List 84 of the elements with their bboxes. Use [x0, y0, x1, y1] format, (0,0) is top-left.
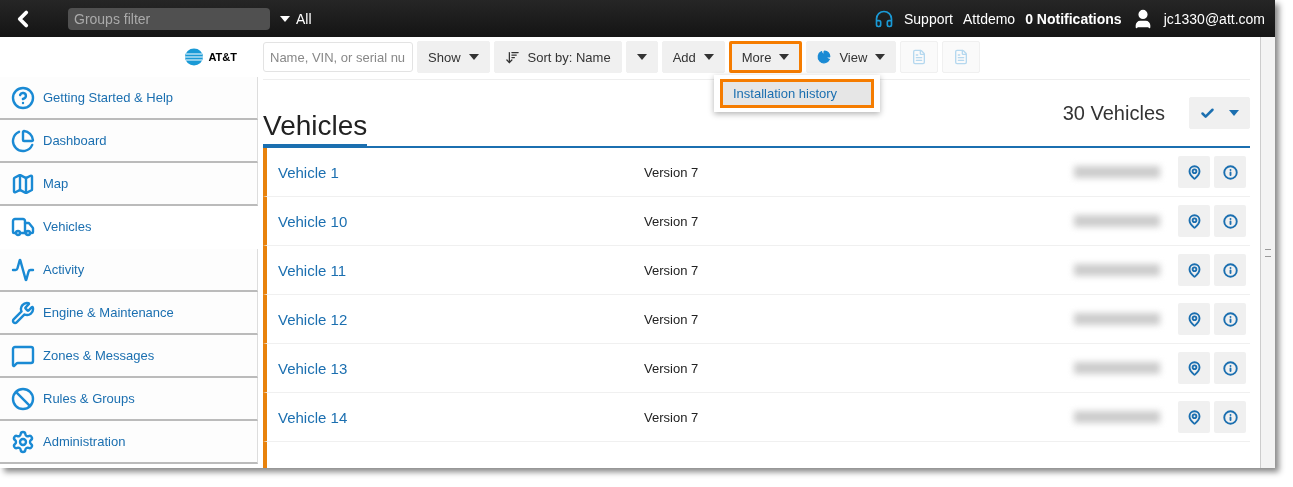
sidebar-item[interactable]: Activity	[0, 249, 258, 292]
firmware-version: Version 7	[644, 311, 700, 327]
vehicle-name-link[interactable]: Vehicle 12	[267, 310, 644, 328]
firmware-version: Version 7	[644, 409, 700, 425]
info-button[interactable]	[1214, 303, 1246, 335]
locate-button[interactable]	[1178, 156, 1210, 188]
sidebar-item-icon	[11, 257, 35, 282]
vehicle-name-link[interactable]: Vehicle 13	[267, 359, 644, 377]
sidebar-item-icon	[11, 300, 35, 325]
locate-button[interactable]	[1178, 401, 1210, 433]
brand-logo-text: AT&T	[208, 51, 237, 63]
vehicle-row[interactable]: Vehicle 12 Version 7	[263, 295, 1250, 344]
vehicle-search-field[interactable]: Name, VIN, or serial nu	[263, 42, 413, 72]
info-icon	[1222, 311, 1238, 327]
globe-logo-icon	[184, 48, 205, 66]
info-icon	[1222, 409, 1238, 425]
info-button[interactable]	[1214, 205, 1246, 237]
sidebar-item-icon	[11, 171, 35, 196]
dropdown-button[interactable]: More	[728, 41, 803, 73]
sidebar-item[interactable]: Map	[0, 163, 258, 206]
vehicle-row[interactable]: Vehicle 13 Version 7	[263, 344, 1250, 393]
info-icon	[1222, 360, 1238, 376]
sidebar-item[interactable]: Engine & Maintenance	[0, 292, 258, 335]
sidebar-item[interactable]: Administration	[0, 421, 258, 464]
firmware-version: Version 7	[644, 360, 700, 376]
map-pin-icon	[1186, 360, 1202, 376]
support-link[interactable]: Support	[903, 10, 953, 27]
page-title: Vehicles	[263, 98, 368, 148]
menu-item[interactable]: Installation history	[720, 79, 874, 108]
map-pin-icon	[1186, 213, 1202, 229]
groups-selector[interactable]: All	[280, 10, 312, 27]
vehicle-name-link[interactable]: Vehicle 11	[267, 261, 644, 279]
vehicle-name-link[interactable]: Vehicle 1	[267, 163, 644, 181]
sidebar-item-icon	[11, 429, 35, 454]
info-button[interactable]	[1214, 401, 1246, 433]
sidebar-item-icon	[11, 343, 35, 368]
map-pin-icon	[1186, 262, 1202, 278]
user-email[interactable]: jc1330@att.com	[1163, 10, 1265, 27]
locate-button[interactable]	[1178, 254, 1210, 286]
groups-filter-field[interactable]: Groups filter	[68, 7, 270, 30]
map-pin-icon	[1186, 409, 1202, 425]
vehicle-name-link[interactable]: Vehicle 14	[267, 408, 644, 426]
sidebar-item[interactable]: Dashboard	[0, 120, 258, 163]
vehicle-row[interactable]: Vehicle 1 Version 7	[263, 148, 1250, 197]
headset-icon	[873, 8, 894, 29]
locate-button[interactable]	[1178, 205, 1210, 237]
locate-button[interactable]	[1178, 303, 1210, 335]
firmware-version: Version 7	[644, 213, 700, 229]
info-button[interactable]	[1214, 156, 1246, 188]
sidebar-item[interactable]: Rules & Groups	[0, 378, 258, 421]
info-icon	[1222, 213, 1238, 229]
check-icon	[1200, 105, 1215, 121]
vehicle-row[interactable]: Vehicle 14 Version 7	[263, 393, 1250, 442]
sidebar-item-icon	[11, 386, 35, 411]
vehicle-row[interactable]: Vehicle 11 Version 7	[263, 246, 1250, 295]
notifications-link[interactable]: 0 Notifications	[1025, 10, 1122, 27]
sidebar-item-icon	[11, 128, 35, 153]
view-button[interactable]: View	[806, 41, 897, 73]
sort-icon	[504, 49, 520, 65]
dropdown-button[interactable]: Show	[417, 41, 490, 73]
select-button[interactable]	[1189, 97, 1250, 129]
map-pin-icon	[1186, 311, 1202, 327]
document-icon	[953, 49, 970, 65]
pie-chart-icon	[817, 50, 832, 64]
sort-caret-button[interactable]	[625, 41, 658, 73]
dropdown-button[interactable]: Add	[661, 41, 725, 73]
account-name[interactable]: Attdemo	[963, 10, 1016, 27]
firmware-version: Version 7	[644, 164, 700, 180]
firmware-version: Version 7	[644, 262, 700, 278]
vehicle-row[interactable]: Vehicle 10 Version 7	[263, 197, 1250, 246]
sidebar-item[interactable]: Zones & Messages	[0, 335, 258, 378]
info-icon	[1222, 164, 1238, 180]
info-button[interactable]	[1214, 352, 1246, 384]
sort-button[interactable]: Sort by: Name	[493, 41, 622, 73]
scrollbar[interactable]	[1260, 37, 1275, 468]
info-button[interactable]	[1214, 254, 1246, 286]
info-icon	[1222, 262, 1238, 278]
document-icon	[911, 49, 928, 65]
locate-button[interactable]	[1178, 352, 1210, 384]
vehicle-count: 30 Vehicles	[1062, 101, 1165, 125]
sidebar-item[interactable]: Getting Started & Help	[0, 77, 258, 120]
map-pin-icon	[1186, 164, 1202, 180]
vehicle-name-link[interactable]: Vehicle 10	[267, 212, 644, 230]
sidebar-item-icon	[11, 85, 35, 110]
